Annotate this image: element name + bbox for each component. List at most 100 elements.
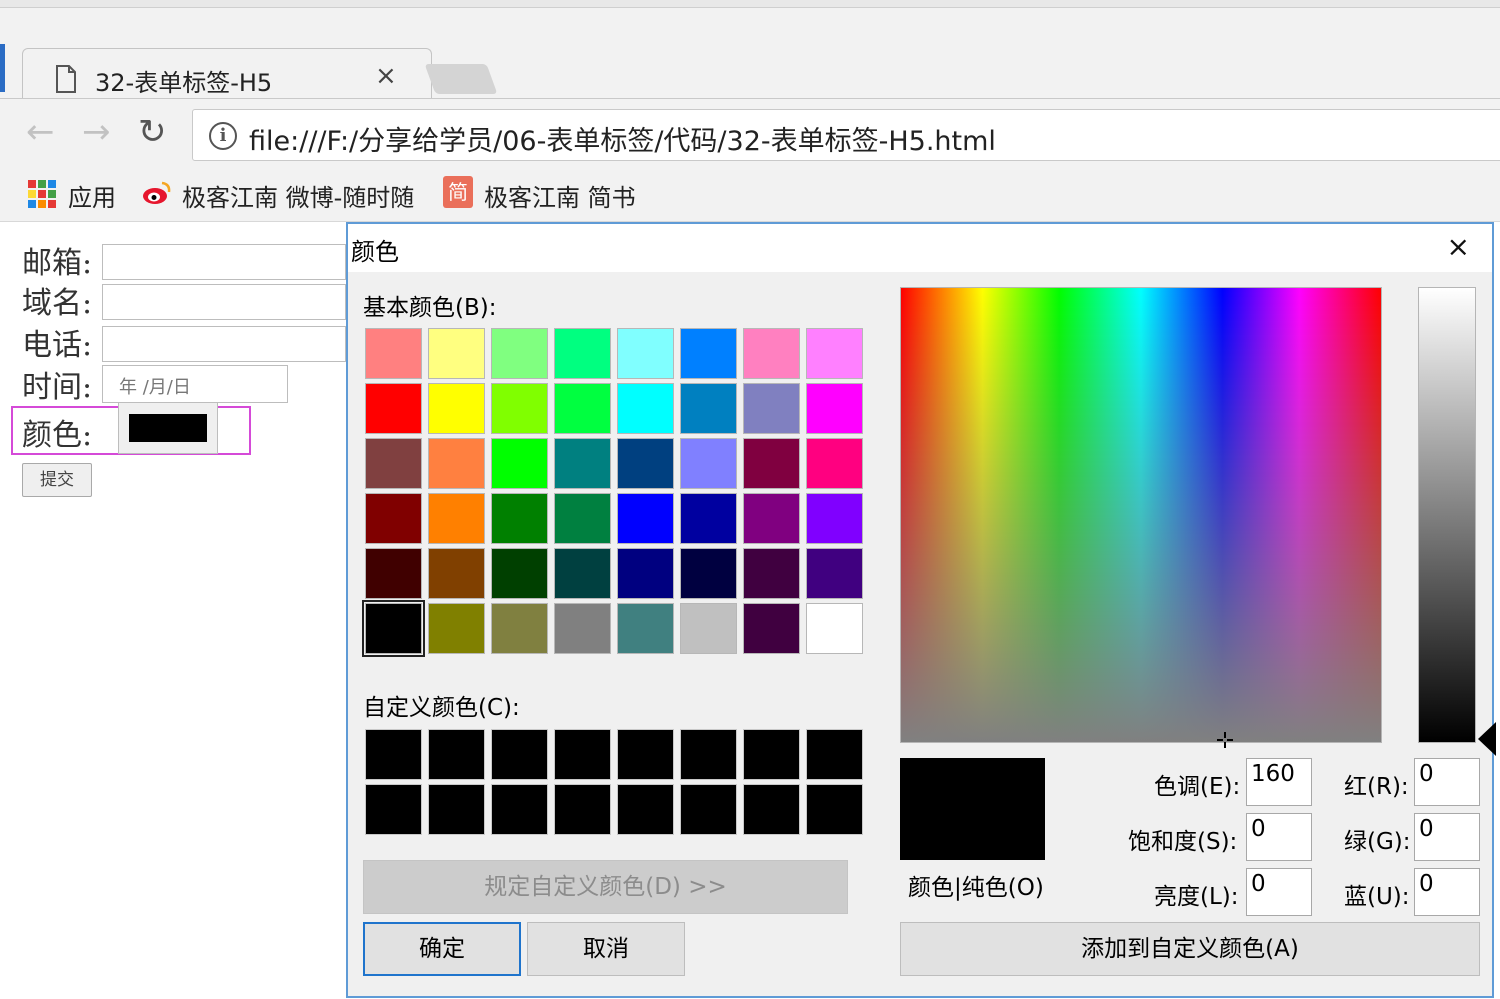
basic-color-swatch[interactable] <box>428 383 485 434</box>
luminance-input[interactable]: 0 <box>1246 868 1312 916</box>
basic-color-swatch[interactable] <box>743 328 800 379</box>
basic-color-swatch[interactable] <box>680 328 737 379</box>
basic-color-swatch[interactable] <box>617 328 674 379</box>
basic-color-swatch[interactable] <box>554 603 611 654</box>
new-tab-button[interactable] <box>424 64 498 94</box>
custom-color-swatch[interactable] <box>554 729 611 780</box>
submit-button[interactable]: 提交 <box>22 463 92 497</box>
basic-color-swatch[interactable] <box>743 383 800 434</box>
custom-color-swatch[interactable] <box>491 729 548 780</box>
basic-color-swatch[interactable] <box>491 493 548 544</box>
basic-color-swatch[interactable] <box>365 438 422 489</box>
luminance-slider[interactable] <box>1418 287 1476 743</box>
basic-color-swatch[interactable] <box>680 438 737 489</box>
basic-color-swatch[interactable] <box>617 493 674 544</box>
custom-color-swatch[interactable] <box>617 784 674 835</box>
basic-color-swatch[interactable] <box>554 383 611 434</box>
basic-color-swatch[interactable] <box>365 383 422 434</box>
basic-color-swatch[interactable] <box>491 603 548 654</box>
ok-button[interactable]: 确定 <box>363 922 521 976</box>
basic-color-swatch[interactable] <box>680 493 737 544</box>
basic-color-swatch[interactable] <box>806 328 863 379</box>
basic-color-swatch[interactable] <box>554 548 611 599</box>
color-label: 颜色: <box>22 418 93 453</box>
custom-color-swatch[interactable] <box>743 729 800 780</box>
basic-color-swatch[interactable] <box>743 548 800 599</box>
basic-color-swatch[interactable] <box>365 493 422 544</box>
custom-color-swatch[interactable] <box>617 729 674 780</box>
apps-icon[interactable] <box>28 180 56 208</box>
basic-color-swatch[interactable] <box>554 438 611 489</box>
custom-color-swatch[interactable] <box>428 729 485 780</box>
basic-color-swatch[interactable] <box>365 328 422 379</box>
url-text[interactable]: file:///F:/分享给学员/06-表单标签/代码/32-表单标签-H5.h… <box>249 119 996 158</box>
basic-color-swatch[interactable] <box>491 328 548 379</box>
basic-color-swatch[interactable] <box>743 438 800 489</box>
blue-input[interactable]: 0 <box>1414 868 1480 916</box>
red-input[interactable]: 0 <box>1414 758 1480 806</box>
back-arrow-icon[interactable]: ← <box>26 115 55 149</box>
basic-color-swatch[interactable] <box>806 548 863 599</box>
reload-icon[interactable]: ↻ <box>138 115 167 149</box>
basic-color-swatch[interactable] <box>806 383 863 434</box>
custom-color-swatch[interactable] <box>365 784 422 835</box>
close-icon[interactable]: × <box>1447 230 1470 263</box>
bookmark-apps[interactable]: 应用 <box>68 178 116 213</box>
bookmark-weibo[interactable]: 极客江南 微博-随时随 <box>182 178 414 213</box>
forward-arrow-icon[interactable]: → <box>82 115 111 149</box>
basic-color-swatch[interactable] <box>617 383 674 434</box>
basic-color-swatch[interactable] <box>617 603 674 654</box>
custom-color-swatch[interactable] <box>491 784 548 835</box>
date-input[interactable]: 年 /月/日 <box>102 365 288 403</box>
basic-color-swatch[interactable] <box>365 548 422 599</box>
basic-color-swatch[interactable] <box>806 438 863 489</box>
custom-color-swatch[interactable] <box>554 784 611 835</box>
custom-color-swatch[interactable] <box>428 784 485 835</box>
color-spectrum[interactable] <box>900 287 1382 748</box>
basic-color-swatch[interactable] <box>428 603 485 654</box>
custom-color-swatch[interactable] <box>680 784 737 835</box>
saturation-input[interactable]: 0 <box>1246 813 1312 861</box>
custom-colors-label: 自定义颜色(C): <box>363 695 520 721</box>
basic-color-swatch[interactable] <box>491 438 548 489</box>
luminance-slider-arrow-icon[interactable] <box>1478 722 1496 756</box>
basic-color-swatch[interactable] <box>680 603 737 654</box>
basic-color-swatch[interactable] <box>428 438 485 489</box>
basic-color-swatch[interactable] <box>491 548 548 599</box>
phone-input[interactable] <box>102 326 346 362</box>
basic-color-swatch[interactable] <box>428 493 485 544</box>
green-label: 绿(G): <box>1344 829 1411 855</box>
address-bar[interactable]: i file:///F:/分享给学员/06-表单标签/代码/32-表单标签-H5… <box>192 109 1500 161</box>
basic-color-swatch[interactable] <box>617 438 674 489</box>
email-input[interactable] <box>102 244 346 280</box>
basic-color-swatch[interactable] <box>428 328 485 379</box>
color-picker-input[interactable] <box>118 402 218 454</box>
basic-color-swatch[interactable] <box>554 493 611 544</box>
custom-color-swatch[interactable] <box>680 729 737 780</box>
basic-color-swatch[interactable] <box>617 548 674 599</box>
hue-label: 色调(E): <box>1154 774 1241 800</box>
cancel-button[interactable]: 取消 <box>527 922 685 976</box>
basic-color-swatch[interactable] <box>428 548 485 599</box>
basic-color-swatch[interactable] <box>743 493 800 544</box>
basic-color-swatch[interactable] <box>554 328 611 379</box>
custom-color-swatch[interactable] <box>806 729 863 780</box>
custom-color-swatch[interactable] <box>365 729 422 780</box>
bookmark-jianshu[interactable]: 极客江南 简书 <box>484 178 636 213</box>
hue-input[interactable]: 160 <box>1246 758 1312 806</box>
define-custom-colors-button[interactable]: 规定自定义颜色(D) >> <box>363 860 848 914</box>
basic-color-swatch[interactable] <box>806 493 863 544</box>
basic-color-swatch[interactable] <box>491 383 548 434</box>
tab-close-icon[interactable]: × <box>375 61 397 91</box>
basic-color-swatch[interactable] <box>743 603 800 654</box>
basic-color-swatch[interactable] <box>362 600 425 657</box>
basic-color-swatch[interactable] <box>680 383 737 434</box>
green-input[interactable]: 0 <box>1414 813 1480 861</box>
info-icon[interactable]: i <box>209 122 237 150</box>
add-to-custom-colors-button[interactable]: 添加到自定义颜色(A) <box>900 922 1480 976</box>
custom-color-swatch[interactable] <box>806 784 863 835</box>
custom-color-swatch[interactable] <box>743 784 800 835</box>
basic-color-swatch[interactable] <box>680 548 737 599</box>
basic-color-swatch[interactable] <box>806 603 863 654</box>
domain-input[interactable] <box>102 284 346 320</box>
